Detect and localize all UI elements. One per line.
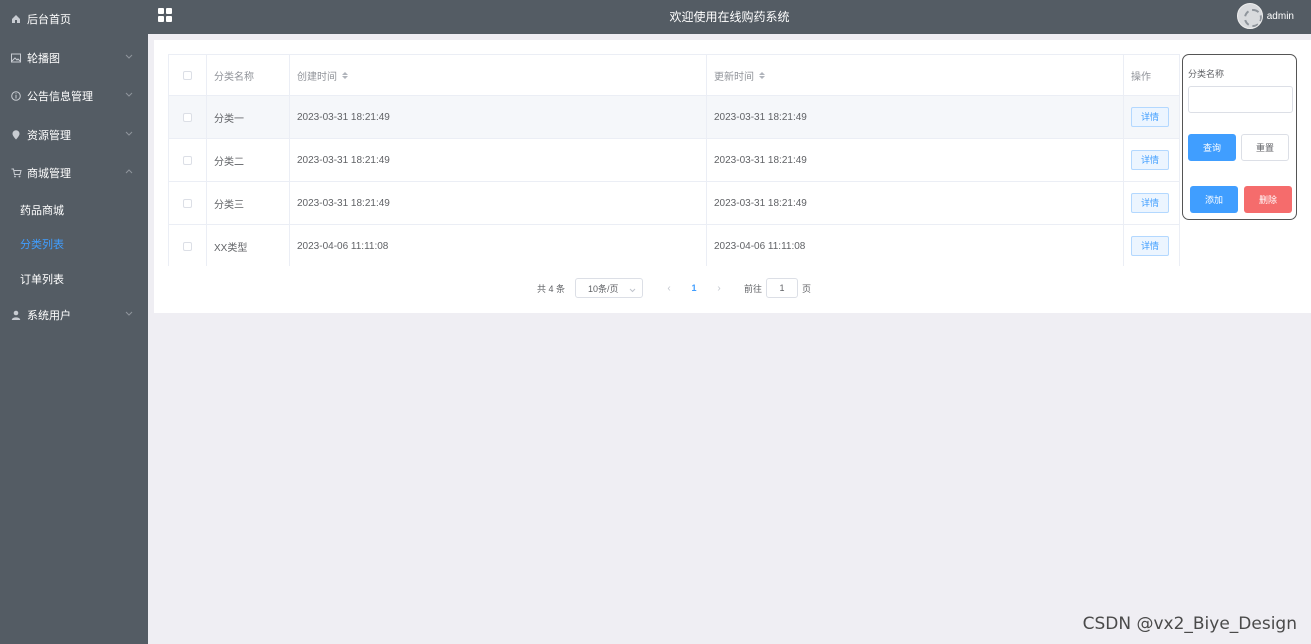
- cell-actions: 详情: [1124, 182, 1179, 224]
- prev-page-icon[interactable]: ‹: [659, 283, 679, 294]
- sidebar-subitem-label: 药品商城: [20, 205, 64, 217]
- table-row[interactable]: 分类一 2023-03-31 18:21:49 2023-03-31 18:21…: [169, 96, 1179, 139]
- chevron-down-icon: [124, 51, 134, 61]
- top-header: 欢迎使用在线购药系统 admin: [148, 0, 1311, 34]
- category-name-input[interactable]: [1188, 86, 1293, 113]
- sidebar: 后台首页 轮播图 公告信息管理 资源管理 商城管理 药品商城 分类列表 订单列表…: [0, 0, 148, 644]
- cell-actions: 详情: [1124, 225, 1179, 266]
- sort-icon[interactable]: [342, 71, 348, 79]
- sidebar-item-carousel[interactable]: 轮播图: [0, 39, 148, 77]
- sidebar-item-label: 系统用户: [27, 310, 71, 322]
- next-page-icon[interactable]: ›: [709, 283, 729, 294]
- sidebar-item-label: 轮播图: [27, 53, 60, 65]
- detail-button[interactable]: 详情: [1131, 107, 1170, 127]
- current-page-number[interactable]: 1: [681, 283, 707, 293]
- query-button[interactable]: 查询: [1188, 134, 1236, 161]
- goto-page-input[interactable]: [766, 278, 799, 298]
- column-header-actions: 操作: [1131, 71, 1151, 83]
- cell-actions: 详情: [1124, 96, 1179, 138]
- add-button[interactable]: 添加: [1190, 186, 1238, 213]
- table-row[interactable]: 分类二 2023-03-31 18:21:49 2023-03-31 18:21…: [169, 139, 1179, 182]
- cell-name: XX类型: [207, 225, 290, 266]
- column-header-name: 分类名称: [207, 55, 290, 95]
- location-icon: [10, 129, 22, 141]
- chevron-down-icon: [124, 89, 134, 99]
- column-header-updated[interactable]: 更新时间: [707, 55, 1124, 95]
- user-icon: [10, 309, 22, 321]
- chevron-down-icon: [124, 308, 134, 318]
- pagination-total: 共 4 条: [537, 283, 566, 294]
- column-header-label: 更新时间: [714, 71, 754, 83]
- table-header-row: 分类名称 创建时间 更新时间 操作: [169, 55, 1179, 96]
- cell-updated: 2023-03-31 18:21:49: [707, 182, 1124, 224]
- row-checkbox[interactable]: [183, 241, 192, 251]
- sidebar-subitem-category-list[interactable]: 分类列表: [0, 227, 148, 261]
- info-icon: [10, 90, 22, 102]
- sidebar-item-resources[interactable]: 资源管理: [0, 116, 148, 154]
- row-select-cell: [169, 225, 207, 266]
- cell-created: 2023-03-31 18:21:49: [290, 182, 707, 224]
- sidebar-item-label: 商城管理: [27, 168, 71, 180]
- cell-name: 分类一: [207, 96, 290, 138]
- page-size-select[interactable]: 10条/页: [575, 278, 644, 298]
- row-checkbox[interactable]: [183, 155, 192, 165]
- avatar[interactable]: [1237, 3, 1263, 29]
- picture-icon: [10, 52, 22, 64]
- column-header-created[interactable]: 创建时间: [290, 55, 707, 95]
- select-all-checkbox[interactable]: [183, 70, 192, 80]
- sort-icon[interactable]: [759, 71, 765, 79]
- chevron-up-icon: [124, 166, 134, 176]
- cell-updated: 2023-03-31 18:21:49: [707, 139, 1124, 181]
- page-size-value: 10条/页: [588, 283, 619, 294]
- row-checkbox[interactable]: [183, 112, 192, 122]
- reset-button[interactable]: 重置: [1241, 134, 1289, 161]
- cell-created: 2023-03-31 18:21:49: [290, 96, 707, 138]
- row-checkbox[interactable]: [183, 198, 192, 208]
- username[interactable]: admin: [1267, 0, 1294, 34]
- home-icon: [10, 13, 22, 25]
- category-table: 分类名称 创建时间 更新时间 操作 分类一 2023-03-31 18:21:4…: [168, 54, 1180, 266]
- table-row[interactable]: XX类型 2023-04-06 11:11:08 2023-04-06 11:1…: [169, 225, 1179, 266]
- chevron-down-icon: [629, 285, 636, 295]
- detail-button[interactable]: 详情: [1131, 236, 1170, 256]
- search-label: 分类名称: [1188, 69, 1225, 79]
- column-header-label: 创建时间: [297, 71, 337, 83]
- sidebar-item-notice[interactable]: 公告信息管理: [0, 77, 148, 115]
- detail-button[interactable]: 详情: [1131, 193, 1170, 213]
- cell-name: 分类三: [207, 182, 290, 224]
- cell-created: 2023-04-06 11:11:08: [290, 225, 707, 266]
- sidebar-item-home[interactable]: 后台首页: [0, 0, 148, 38]
- sidebar-subitem-label: 订单列表: [20, 274, 64, 286]
- table-row[interactable]: 分类三 2023-03-31 18:21:49 2023-03-31 18:21…: [169, 182, 1179, 225]
- sidebar-item-system-users[interactable]: 系统用户: [0, 296, 148, 334]
- chevron-down-icon: [124, 128, 134, 138]
- sidebar-item-label: 资源管理: [27, 130, 71, 142]
- row-select-cell: [169, 182, 207, 224]
- sidebar-subitem-order-list[interactable]: 订单列表: [0, 262, 148, 296]
- cell-created: 2023-03-31 18:21:49: [290, 139, 707, 181]
- cell-updated: 2023-04-06 11:11:08: [707, 225, 1124, 266]
- cell-updated: 2023-03-31 18:21:49: [707, 96, 1124, 138]
- sidebar-item-label: 后台首页: [27, 14, 71, 26]
- sidebar-item-label: 公告信息管理: [27, 91, 93, 103]
- cart-icon: [10, 167, 22, 179]
- select-all-cell: [169, 55, 207, 95]
- pagination: 共 4 条 10条/页 ‹ 1 › 前往 页: [537, 278, 811, 298]
- row-select-cell: [169, 139, 207, 181]
- search-panel: 分类名称 查询 重置 添加 删除: [1182, 54, 1297, 220]
- watermark: CSDN @vx2_Biye_Design: [1082, 614, 1297, 634]
- goto-suffix: 页: [802, 283, 812, 294]
- detail-button[interactable]: 详情: [1131, 150, 1170, 170]
- delete-button[interactable]: 删除: [1244, 186, 1292, 213]
- sidebar-subitem-drug-mall[interactable]: 药品商城: [0, 193, 148, 227]
- goto-prefix: 前往: [744, 283, 763, 294]
- sidebar-subitem-label: 分类列表: [20, 239, 64, 251]
- cell-actions: 详情: [1124, 139, 1179, 181]
- cell-name: 分类二: [207, 139, 290, 181]
- sidebar-item-shop[interactable]: 商城管理: [0, 154, 148, 192]
- row-select-cell: [169, 96, 207, 138]
- page-title: 欢迎使用在线购药系统: [669, 10, 790, 24]
